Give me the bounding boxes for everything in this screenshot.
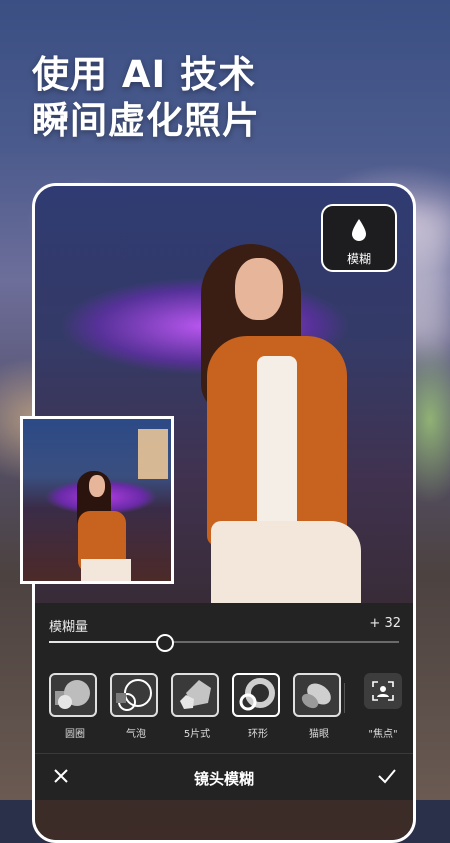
cat-eye-shape-icon [293,673,341,717]
thumbnail-subject-skirt [81,559,131,581]
shape-label: 5片式 [183,729,211,740]
shape-option-cat-eye[interactable]: 猫眼 [293,673,345,740]
blur-tool-label: 模糊 [346,252,371,266]
shape-label: 环形 [248,729,268,740]
blur-amount-label: 模糊量 [49,620,89,635]
headline-line-1: 使用 AI 技术 [32,53,257,96]
thumbnail-sign-light [138,429,168,479]
panel-title: 镜头模糊 [193,770,254,788]
focus-point-button[interactable]: "焦点" [361,673,405,740]
slider-thumb[interactable] [155,634,174,652]
blur-tool-chip[interactable]: 模糊 [321,204,397,272]
shape-option-circle[interactable]: 圆圈 [49,673,101,740]
headline-line-2: 瞬间虚化照片 [32,99,260,142]
edit-panel: 模糊量 + 32 圆圈 气泡 5片式 环形 猫眼 "焦点" 镜头模糊 [35,603,413,800]
bubble-shape-icon [110,673,158,717]
focus-point-label: "焦点" [368,729,398,740]
original-photo-thumbnail [20,416,174,584]
subject-shirt [257,356,297,536]
ring-shape-icon [232,673,280,717]
shape-label: 圆圈 [65,729,85,740]
droplet-icon [352,219,366,241]
shape-option-pentagon[interactable]: 5片式 [171,673,223,740]
shape-divider [344,683,345,713]
bokeh-shape-list: 圆圈 气泡 5片式 环形 猫眼 [49,673,345,740]
bottom-bar: 镜头模糊 [35,753,413,801]
shape-label: 猫眼 [309,729,329,740]
pentagon-shape-icon [171,673,219,717]
blur-amount-value: + 32 [369,616,401,631]
headline: 使用 AI 技术 瞬间虚化照片 [32,52,260,144]
thumbnail-subject-face [89,475,105,497]
focus-target-icon [364,673,402,709]
subject-face [235,258,283,320]
slider-fill [49,641,165,643]
shape-option-ring[interactable]: 环形 [232,673,284,740]
check-icon[interactable] [375,764,399,788]
shape-option-bubble[interactable]: 气泡 [110,673,162,740]
shape-label: 气泡 [126,729,146,740]
blur-amount-slider[interactable] [49,634,399,652]
circle-shape-icon [49,673,97,717]
